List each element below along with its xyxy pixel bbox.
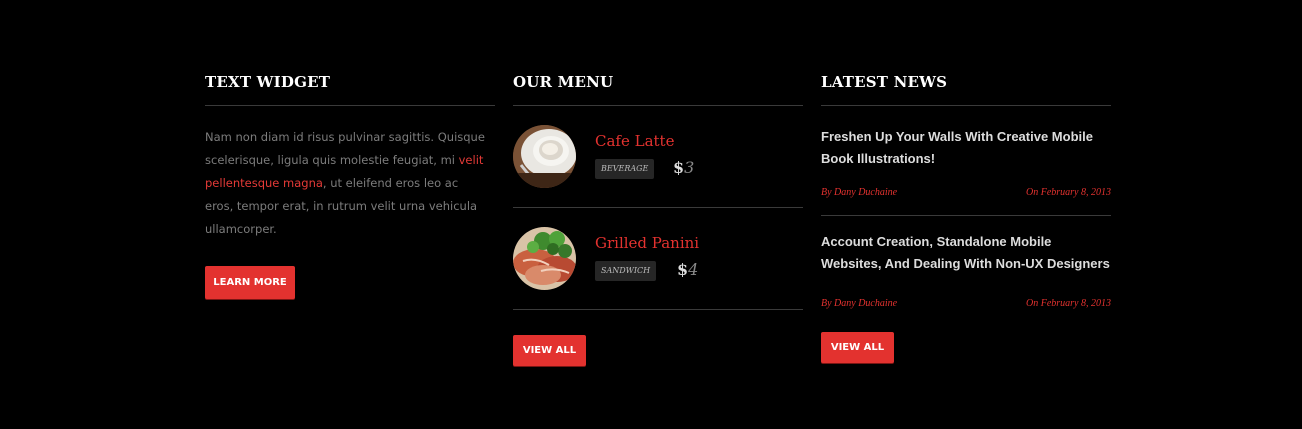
menu-item-price: $4 (677, 260, 698, 279)
menu-item-tag: SANDWICH (595, 261, 657, 281)
menu-widget: OUR MENU Cafe Latte BEVERAGE $3 Grilled … (513, 72, 803, 366)
news-author[interactable]: By Dany Duchaine (821, 187, 897, 198)
news-widget-title: LATEST NEWS (821, 72, 1111, 106)
news-item: Account Creation, Standalone Mobile Webs… (821, 215, 1111, 321)
news-view-all-button[interactable]: VIEW ALL (821, 332, 894, 363)
text-widget-text-before: Nam non diam id risus pulvinar sagittis.… (205, 130, 485, 167)
price-amount: 3 (684, 158, 695, 177)
panini-photo[interactable] (513, 227, 576, 290)
menu-view-all-button[interactable]: VIEW ALL (513, 335, 586, 366)
news-date: On February 8, 2013 (1026, 187, 1111, 198)
news-author[interactable]: By Dany Duchaine (821, 298, 897, 309)
news-meta: By Dany Duchaine On February 8, 2013 (821, 187, 1111, 198)
text-widget-title: TEXT WIDGET (205, 72, 495, 106)
menu-item-price: $3 (673, 158, 694, 177)
learn-more-button[interactable]: LEARN MORE (205, 266, 295, 299)
price-currency: $ (673, 158, 685, 177)
coffee-cup-photo[interactable] (513, 125, 576, 188)
menu-widget-title: OUR MENU (513, 72, 803, 106)
menu-item[interactable]: Grilled Panini SANDWICH $4 (513, 208, 803, 310)
menu-item-name[interactable]: Grilled Panini (595, 234, 699, 252)
news-item: Freshen Up Your Walls With Creative Mobi… (821, 106, 1111, 216)
menu-item[interactable]: Cafe Latte BEVERAGE $3 (513, 106, 803, 208)
news-date: On February 8, 2013 (1026, 298, 1111, 309)
text-widget-body: Nam non diam id risus pulvinar sagittis.… (205, 126, 490, 241)
price-currency: $ (677, 260, 689, 279)
menu-item-tag: BEVERAGE (595, 159, 655, 179)
text-widget: TEXT WIDGET Nam non diam id risus pulvin… (205, 72, 495, 299)
news-widget: LATEST NEWS Freshen Up Your Walls With C… (821, 72, 1111, 363)
price-amount: 4 (688, 260, 699, 279)
news-title-link[interactable]: Freshen Up Your Walls With Creative Mobi… (821, 126, 1111, 170)
news-meta: By Dany Duchaine On February 8, 2013 (821, 298, 1111, 309)
news-title-link[interactable]: Account Creation, Standalone Mobile Webs… (821, 231, 1111, 275)
menu-item-name[interactable]: Cafe Latte (595, 132, 674, 150)
